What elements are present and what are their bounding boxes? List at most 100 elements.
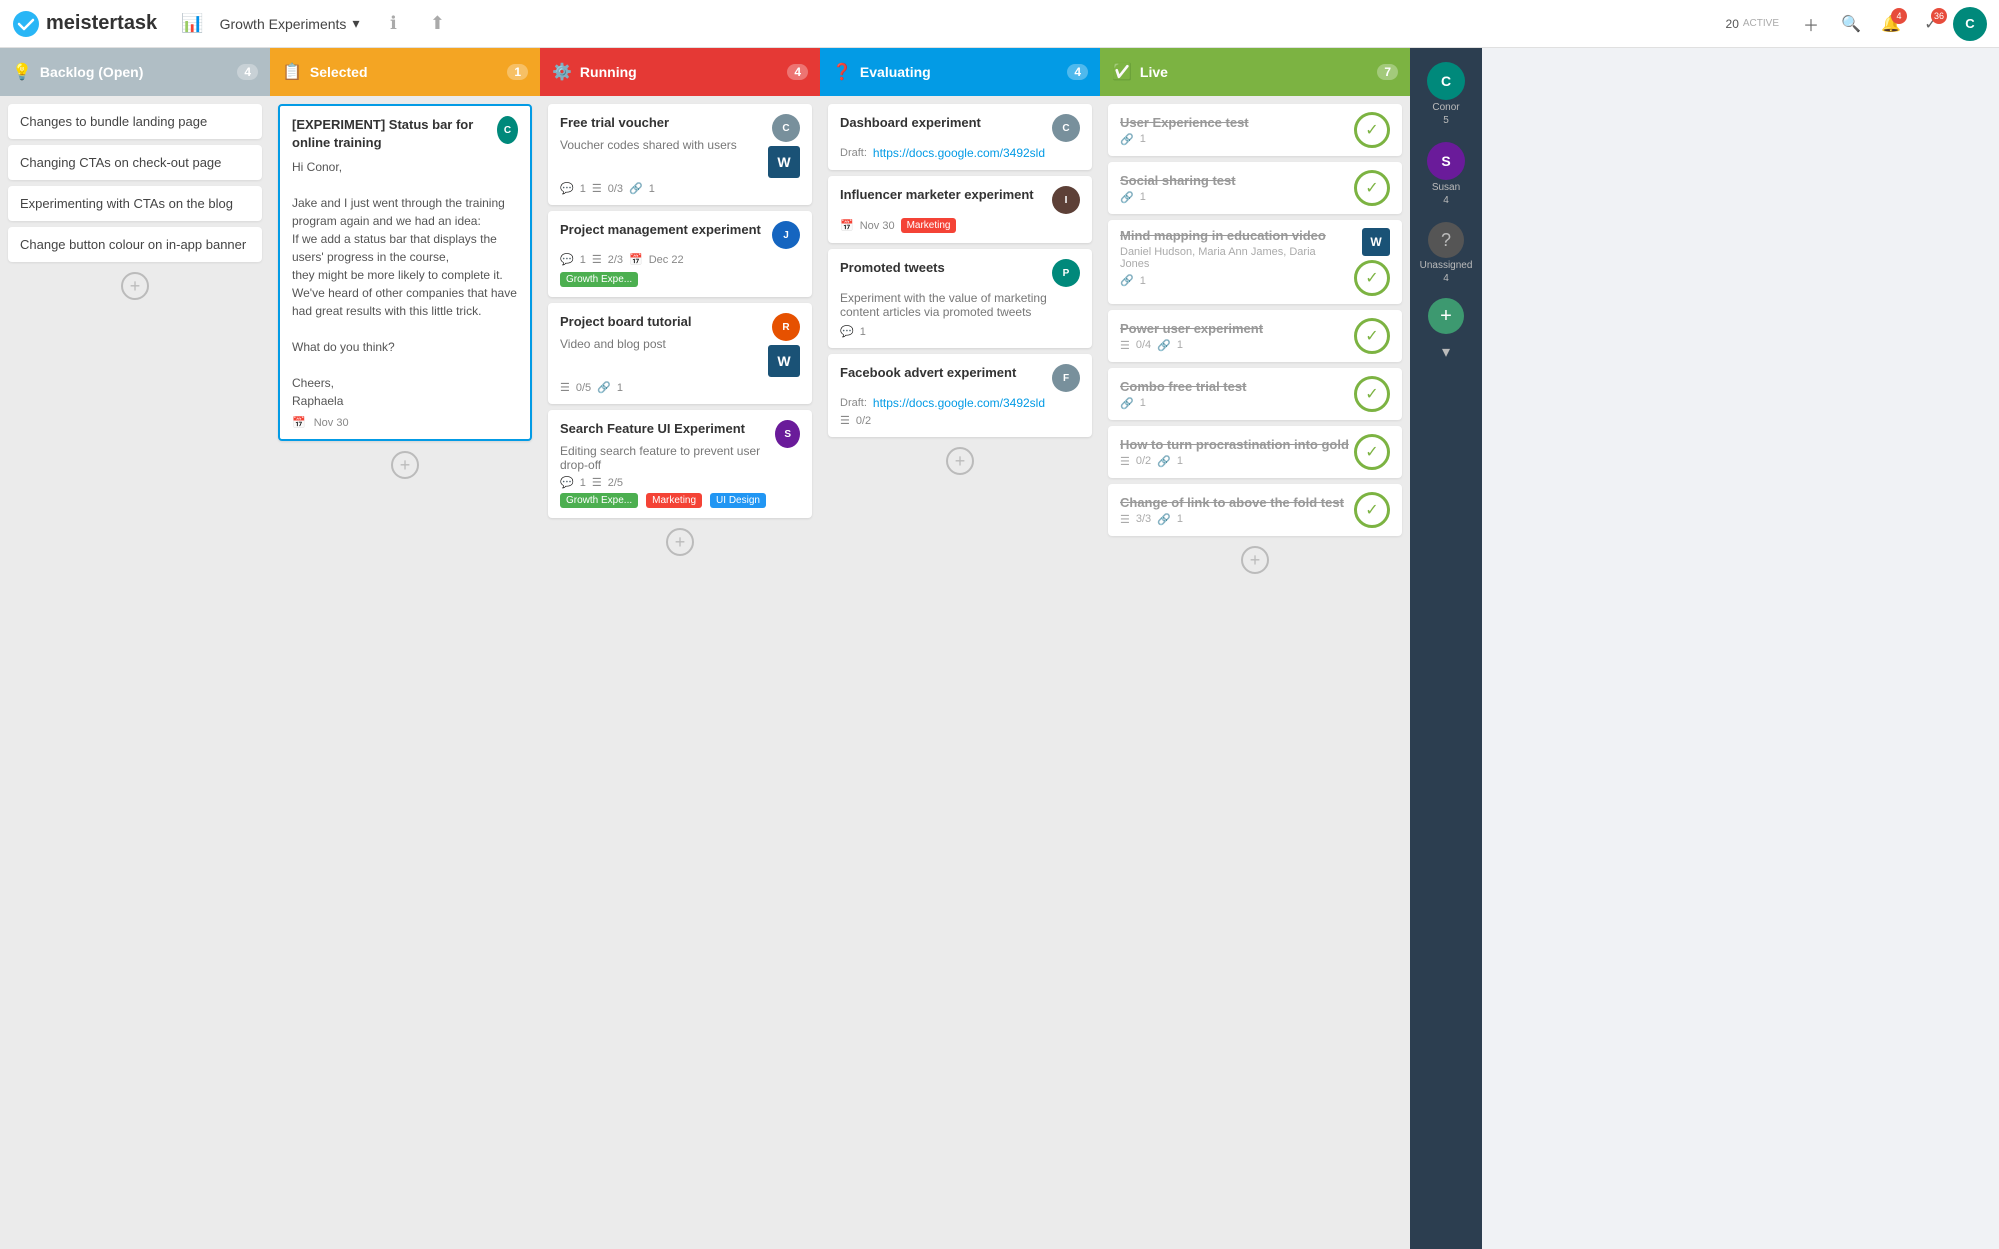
add-button[interactable]: ＋	[1793, 6, 1829, 42]
active-label: ACTIVE	[1743, 18, 1779, 29]
card-title: Search Feature UI Experiment	[560, 420, 775, 438]
list-item[interactable]: Mind mapping in education video Daniel H…	[1108, 220, 1402, 304]
backlog-header: 💡 Backlog (Open) 4	[0, 48, 270, 96]
live-label: Live	[1140, 64, 1168, 80]
list-item[interactable]: Promoted tweets P Experiment with the va…	[828, 249, 1092, 348]
avatar: C	[497, 116, 518, 144]
backlog-count: 4	[237, 64, 258, 80]
column-selected: 📋 Selected 1 [EXPERIMENT] Status bar for…	[270, 48, 540, 1249]
card-meta: ☰ 3/3 🔗 1	[1120, 513, 1354, 526]
card-date: Nov 30	[860, 220, 895, 232]
avatar: C	[1052, 114, 1080, 142]
list-item[interactable]: Search Feature UI Experiment Editing sea…	[548, 410, 812, 518]
user-count: 5	[1443, 115, 1449, 126]
user-count: 4	[1443, 273, 1449, 284]
attachment-count: 1	[1177, 339, 1183, 351]
marketing-tag: Marketing	[646, 493, 702, 508]
attachment-count: 1	[617, 382, 623, 394]
list-item[interactable]: Project management experiment J 💬1 ☰2/3 …	[548, 211, 812, 297]
column-live: ✅ Live 7 User Experience test 🔗 1 ✓ Soc	[1100, 48, 1410, 1249]
card-title: Project management experiment	[560, 221, 761, 239]
chart-icon: 📊	[181, 13, 203, 34]
comment-icon: 💬	[560, 476, 574, 489]
card-title: Facebook advert experiment	[840, 364, 1016, 382]
check-badge: 36	[1931, 8, 1947, 24]
comment-count: 1	[580, 183, 586, 195]
active-count-button[interactable]: 20 ACTIVE	[1716, 13, 1789, 35]
project-selector[interactable]: Growth Experiments ▾	[212, 11, 368, 36]
list-item[interactable]: Experimenting with CTAs on the blog	[8, 186, 262, 221]
live-body: User Experience test 🔗 1 ✓ Social sharin…	[1100, 96, 1410, 1249]
card-date: Dec 22	[649, 254, 684, 266]
card-meta: 💬1 ☰2/3 📅Dec 22	[560, 253, 800, 266]
evaluating-body: Dashboard experiment C Draft: https://do…	[820, 96, 1100, 1249]
word-doc-icon: W	[768, 345, 800, 377]
user-avatar[interactable]: C	[1953, 7, 1987, 41]
avatar: C	[1427, 62, 1465, 100]
checklist-icon: ☰	[840, 414, 850, 427]
list-item[interactable]: Changing CTAs on check-out page	[8, 145, 262, 180]
sidebar-user-susan[interactable]: S Susan 4	[1427, 136, 1465, 212]
attachment-count: 1	[1177, 455, 1183, 467]
card-title: Changes to bundle landing page	[20, 114, 207, 129]
list-item[interactable]: Social sharing test 🔗 1 ✓	[1108, 162, 1402, 214]
checklist-count: 0/2	[856, 415, 871, 427]
list-item[interactable]: How to turn procrastination into gold ☰ …	[1108, 426, 1402, 478]
list-item[interactable]: Changes to bundle landing page	[8, 104, 262, 139]
complete-icon: ✓	[1354, 260, 1390, 296]
card-title: Social sharing test	[1120, 173, 1354, 188]
comment-icon: 💬	[560, 182, 574, 195]
list-item[interactable]: Influencer marketer experiment I 📅 Nov 3…	[828, 176, 1092, 243]
app-logo[interactable]: meistertask	[12, 10, 157, 38]
card-title: Change button colour on in-app banner	[20, 237, 246, 252]
search-button[interactable]: 🔍	[1833, 6, 1869, 42]
add-member-button[interactable]: +	[1428, 298, 1464, 334]
bell-button[interactable]: 🔔 4	[1873, 6, 1909, 42]
running-label: Running	[580, 64, 637, 80]
info-button[interactable]: ℹ	[375, 6, 411, 42]
column-running: ⚙️ Running 4 Free trial voucher Voucher …	[540, 48, 820, 1249]
add-backlog-button[interactable]: +	[121, 272, 149, 300]
card-title: Mind mapping in education video	[1120, 228, 1348, 243]
add-running-button[interactable]: +	[666, 528, 694, 556]
checklist-count: 0/3	[608, 183, 623, 195]
share-button[interactable]: ⬆	[419, 6, 455, 42]
list-item[interactable]: Project board tutorial Video and blog po…	[548, 303, 812, 404]
list-item[interactable]: Change of link to above the fold test ☰ …	[1108, 484, 1402, 536]
card-meta: 🔗 1	[1120, 397, 1354, 410]
checklist-icon: ☰	[592, 253, 602, 266]
check-button[interactable]: ✓ 36	[1913, 6, 1949, 42]
active-number: 20	[1726, 17, 1739, 31]
live-count: 7	[1377, 64, 1398, 80]
card-title: [EXPERIMENT] Status bar for online train…	[292, 116, 497, 152]
selected-label: Selected	[310, 64, 368, 80]
list-item[interactable]: Power user experiment ☰ 0/4 🔗 1 ✓	[1108, 310, 1402, 362]
selected-body: [EXPERIMENT] Status bar for online train…	[270, 96, 540, 1249]
list-item[interactable]: Change button colour on in-app banner	[8, 227, 262, 262]
draft-link[interactable]: https://docs.google.com/3492sld	[873, 146, 1045, 160]
sidebar-user-conor[interactable]: C Conor 5	[1427, 56, 1465, 132]
list-item[interactable]: User Experience test 🔗 1 ✓	[1108, 104, 1402, 156]
sidebar-user-unassigned[interactable]: ? Unassigned 4	[1420, 216, 1473, 290]
add-selected-button[interactable]: +	[391, 451, 419, 479]
draft-link[interactable]: https://docs.google.com/3492sld	[873, 396, 1045, 410]
avatar: C	[772, 114, 800, 142]
add-live-button[interactable]: +	[1241, 546, 1269, 574]
marketing-tag: Marketing	[901, 218, 957, 233]
card-header: Project board tutorial Video and blog po…	[560, 313, 800, 377]
card-header: Promoted tweets P	[840, 259, 1080, 287]
list-item[interactable]: Dashboard experiment C Draft: https://do…	[828, 104, 1092, 170]
card-header: Dashboard experiment C	[840, 114, 1080, 142]
attachment-icon: 🔗	[1120, 133, 1134, 146]
list-item[interactable]: Combo free trial test 🔗 1 ✓	[1108, 368, 1402, 420]
add-evaluating-button[interactable]: +	[946, 447, 974, 475]
card-footer: 📅 Nov 30	[292, 416, 518, 429]
uidesign-tag: UI Design	[710, 493, 766, 508]
avatar: I	[1052, 186, 1080, 214]
list-item[interactable]: Facebook advert experiment F Draft: http…	[828, 354, 1092, 437]
list-item[interactable]: [EXPERIMENT] Status bar for online train…	[278, 104, 532, 441]
checklist-icon: ☰	[1120, 455, 1130, 468]
checklist-count: 0/2	[1136, 455, 1151, 467]
expand-sidebar-button[interactable]: ▾	[1438, 338, 1454, 366]
list-item[interactable]: Free trial voucher Voucher codes shared …	[548, 104, 812, 205]
